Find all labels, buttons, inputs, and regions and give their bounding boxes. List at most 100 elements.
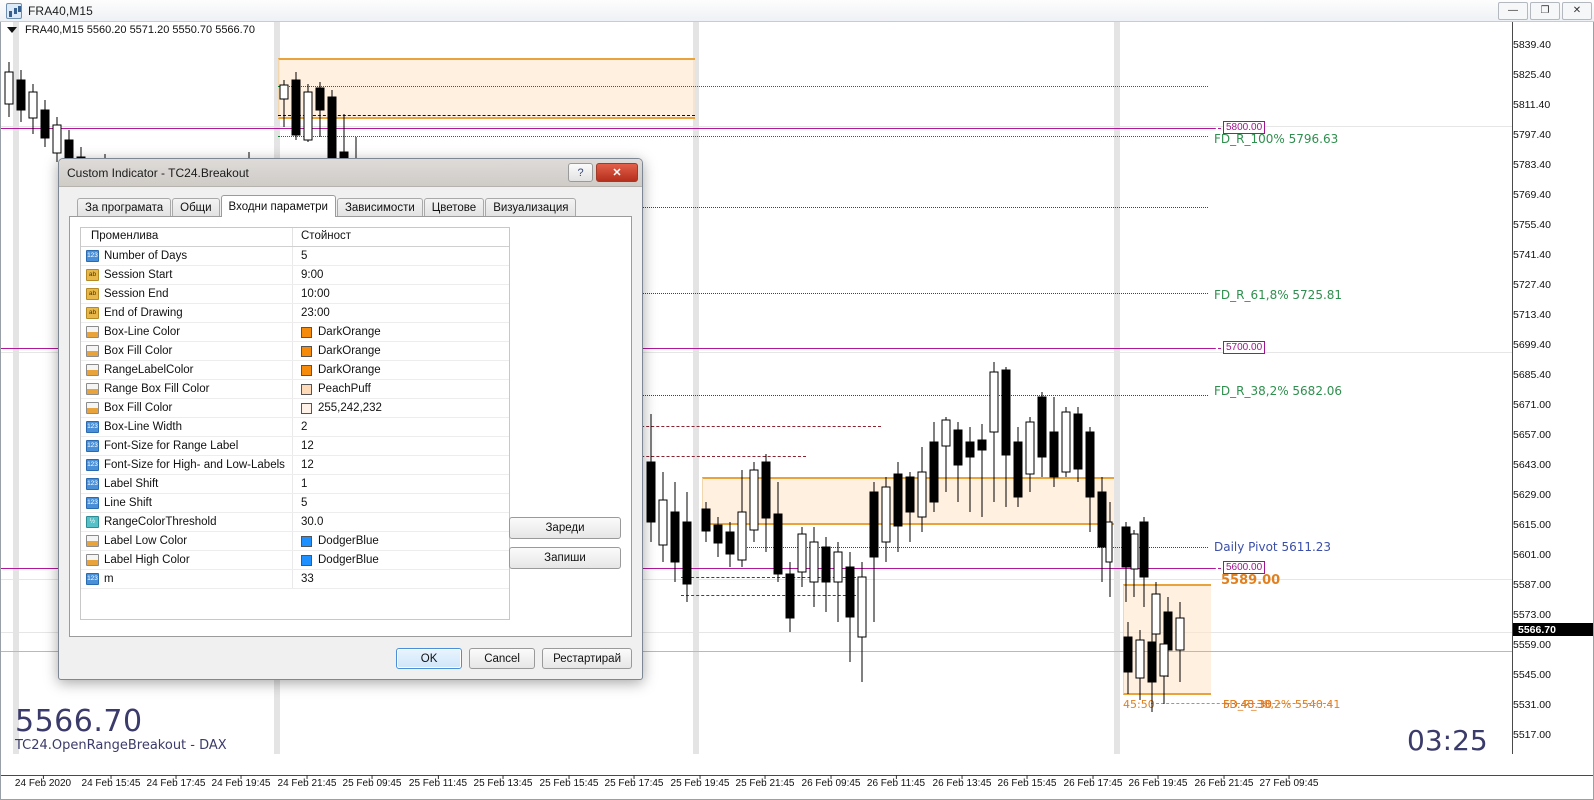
parameter-row[interactable]: ab End of Drawing 23:00	[81, 304, 509, 323]
column-header-value: Стойност	[301, 230, 352, 242]
maximize-button[interactable]: ❐	[1530, 2, 1560, 20]
type-flt-icon: ½	[86, 516, 99, 528]
price-tick: 5769.40	[1513, 188, 1551, 201]
parameter-row[interactable]: 123 Number of Days 5	[81, 247, 509, 266]
time-tick: 24 Feb 19:45	[211, 775, 271, 789]
parameter-value-cell[interactable]: 23:00	[293, 304, 509, 322]
parameter-label: Range Box Fill Color	[104, 383, 210, 395]
parameter-value: DarkOrange	[318, 364, 381, 376]
parameter-row[interactable]: Label Low Color DodgerBlue	[81, 532, 509, 551]
load-button[interactable]: Зареди	[509, 517, 621, 539]
parameter-value: DarkOrange	[318, 326, 381, 338]
parameter-value: PeachPuff	[318, 383, 371, 395]
parameter-value-cell[interactable]: DodgerBlue	[293, 551, 509, 569]
parameter-name-cell: 123 Number of Days	[81, 247, 293, 265]
price-tick: 5531.00	[1513, 698, 1551, 711]
tab-about[interactable]: За програмата	[77, 198, 172, 217]
parameter-value-cell[interactable]: 12	[293, 437, 509, 455]
parameter-row[interactable]: 123 m 33	[81, 570, 509, 589]
color-swatch	[301, 326, 312, 338]
minimize-button[interactable]: —	[1498, 2, 1528, 20]
parameter-value-cell[interactable]: 255,242,232	[293, 399, 509, 417]
time-tick: 25 Feb 15:45	[539, 775, 599, 789]
chart-window-icon	[6, 2, 22, 19]
parameter-row[interactable]: Label High Color DodgerBlue	[81, 551, 509, 570]
parameter-value-cell[interactable]: 30.0	[293, 513, 509, 531]
price-tick: 5517.00	[1513, 728, 1551, 741]
price-tick: 5797.40	[1513, 128, 1551, 141]
type-num-icon: 123	[86, 421, 99, 433]
parameter-value-cell[interactable]: DarkOrange	[293, 342, 509, 360]
tab-common[interactable]: Общи	[172, 198, 220, 217]
time-tick: 24 Feb 17:45	[146, 775, 206, 789]
parameter-value-cell[interactable]: DodgerBlue	[293, 532, 509, 550]
parameter-value: 5	[301, 497, 308, 509]
parameters-grid[interactable]: Променлива Стойност 123 Number of Days 5 ab…	[80, 227, 510, 620]
dialog-titlebar[interactable]: Custom Indicator - TC24.Breakout ? ✕	[59, 159, 642, 187]
parameter-label: Box Fill Color	[104, 345, 173, 357]
price-tick: 5601.00	[1513, 548, 1551, 561]
parameter-value-cell[interactable]: 2	[293, 418, 509, 436]
parameter-row[interactable]: ab Session End 10:00	[81, 285, 509, 304]
parameter-value-cell[interactable]: 5	[293, 247, 509, 265]
parameter-row[interactable]: 123 Font-Size for High- and Low-Labels 12	[81, 456, 509, 475]
window-controls: — ❐ ✕	[1498, 2, 1592, 20]
parameter-row[interactable]: Box Fill Color 255,242,232	[81, 399, 509, 418]
tab-colors[interactable]: Цветове	[423, 198, 485, 217]
parameter-name-cell: ab End of Drawing	[81, 304, 293, 322]
column-header-variable: Променлива	[81, 228, 293, 246]
dialog-tabs[interactable]: За програмата Общи Входни параметри Зави…	[69, 195, 632, 217]
parameter-value-cell[interactable]: 33	[293, 570, 509, 588]
parameter-row[interactable]: ½ RangeColorThreshold 30.0	[81, 513, 509, 532]
time-tick: 24 Feb 2020	[14, 775, 72, 789]
time-axis[interactable]: 24 Feb 2020 24 Feb 15:45 24 Feb 17:45 24…	[1, 775, 1593, 799]
price-axis[interactable]: 5839.40 5825.40 5811.40 5797.40 5783.40 …	[1512, 22, 1593, 754]
parameter-row[interactable]: Range Box Fill Color PeachPuff	[81, 380, 509, 399]
tab-dependencies[interactable]: Зависимости	[336, 198, 423, 217]
dialog-close-button[interactable]: ✕	[596, 163, 638, 182]
type-col-icon	[86, 345, 99, 357]
parameter-row[interactable]: 123 Box-Line Width 2	[81, 418, 509, 437]
custom-indicator-dialog[interactable]: Custom Indicator - TC24.Breakout ? ✕ За …	[58, 158, 643, 680]
time-tick: 24 Feb 15:45	[81, 775, 141, 789]
type-col-icon	[86, 326, 99, 338]
parameter-row[interactable]: ab Session Start 9:00	[81, 266, 509, 285]
ok-button[interactable]: OK	[396, 648, 463, 669]
dialog-body: За програмата Общи Входни параметри Зави…	[59, 187, 642, 669]
parameter-label: RangeLabelColor	[104, 364, 194, 376]
window-titlebar: FRA40,M15 — ❐ ✕	[0, 0, 1594, 22]
parameter-value: 2	[301, 421, 308, 433]
grid-rows-container: 123 Number of Days 5 ab Session Start 9:00 ab S…	[81, 247, 509, 589]
parameter-value-cell[interactable]: 5	[293, 494, 509, 512]
time-tick: 27 Feb 09:45	[1259, 775, 1319, 789]
parameter-value-cell[interactable]: 1	[293, 475, 509, 493]
parameter-value: 33	[301, 573, 314, 585]
parameter-value-cell[interactable]: DarkOrange	[293, 361, 509, 379]
parameter-row[interactable]: RangeLabelColor DarkOrange	[81, 361, 509, 380]
tab-visualization[interactable]: Визуализация	[485, 198, 577, 217]
price-tick: 5657.00	[1513, 428, 1551, 441]
save-button[interactable]: Запиши	[509, 547, 621, 569]
parameter-value-cell[interactable]: 12	[293, 456, 509, 474]
parameter-label: Box-Line Width	[104, 421, 182, 433]
parameter-row[interactable]: 123 Label Shift 1	[81, 475, 509, 494]
parameter-value-cell[interactable]: 9:00	[293, 266, 509, 284]
parameter-row[interactable]: Box-Line Color DarkOrange	[81, 323, 509, 342]
close-button[interactable]: ✕	[1562, 2, 1592, 20]
parameter-value-cell[interactable]: PeachPuff	[293, 380, 509, 398]
cancel-button[interactable]: Cancel	[469, 648, 536, 669]
parameter-label: Label Low Color	[104, 535, 188, 547]
color-swatch	[301, 364, 312, 376]
restart-button[interactable]: Рестартирай	[542, 648, 632, 669]
application-window: FRA40,M15 — ❐ ✕ 5800.00 5700.00 5600.00 …	[0, 0, 1594, 800]
type-num-icon: 123	[86, 250, 99, 262]
tab-inputs[interactable]: Входни параметри	[220, 195, 336, 217]
parameter-row[interactable]: 123 Font-Size for Range Label 12	[81, 437, 509, 456]
parameter-value-cell[interactable]: 10:00	[293, 285, 509, 303]
parameter-row[interactable]: 123 Line Shift 5	[81, 494, 509, 513]
parameter-row[interactable]: Box Fill Color DarkOrange	[81, 342, 509, 361]
color-swatch	[301, 554, 312, 566]
help-icon[interactable]: ?	[568, 163, 593, 182]
parameter-value-cell[interactable]: DarkOrange	[293, 323, 509, 341]
chart-collapse-icon[interactable]	[7, 27, 17, 33]
